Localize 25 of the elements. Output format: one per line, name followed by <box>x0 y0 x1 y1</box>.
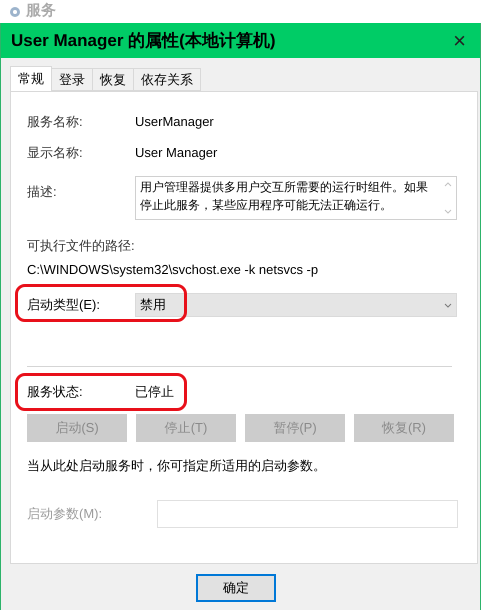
close-button[interactable]: × <box>453 30 466 52</box>
field-value: User Manager <box>135 144 218 162</box>
startup-type-dropdown[interactable]: 禁用 <box>135 293 457 317</box>
window-title: User Manager 的属性(本地计算机) <box>11 30 276 52</box>
background-window-title: 服务 <box>26 1 56 22</box>
tab[interactable]: 登录 <box>52 68 93 91</box>
path-value: C:\WINDOWS\system32\svchost.exe -k netsvcs -p <box>27 260 320 279</box>
description-box[interactable]: 用户管理器提供多用户交互所需要的运行时组件。如果停止此服务，某些应用程序可能无法正确运行。 <box>135 176 457 220</box>
ok-button[interactable]: 确定 <box>196 574 276 602</box>
field-label: 显示名称: <box>27 144 84 162</box>
tab[interactable]: 恢复 <box>93 68 134 91</box>
tab[interactable]: 常规 <box>10 66 52 91</box>
field-label: 描述: <box>27 183 58 201</box>
field-value: UserManager <box>135 113 214 131</box>
field-label: 服务名称: <box>27 113 84 131</box>
status-value: 已停止 <box>135 383 174 401</box>
gear-icon <box>8 4 22 18</box>
field-label: 启动参数(M): <box>27 505 104 524</box>
tab[interactable]: 依存关系 <box>134 68 201 91</box>
hint-text: 当从此处启动服务时，你可指定所适用的启动参数。 <box>27 456 327 474</box>
field-label: 启动类型(E): <box>27 296 101 314</box>
path-label: 可执行文件的路径: <box>27 237 136 255</box>
chevron-down-icon <box>444 302 452 308</box>
description-text: 用户管理器提供多用户交互所需要的运行时组件。如果停止此服务，某些应用程序可能无法正确运行。 <box>139 179 429 214</box>
field-label: 服务状态: <box>27 383 84 401</box>
